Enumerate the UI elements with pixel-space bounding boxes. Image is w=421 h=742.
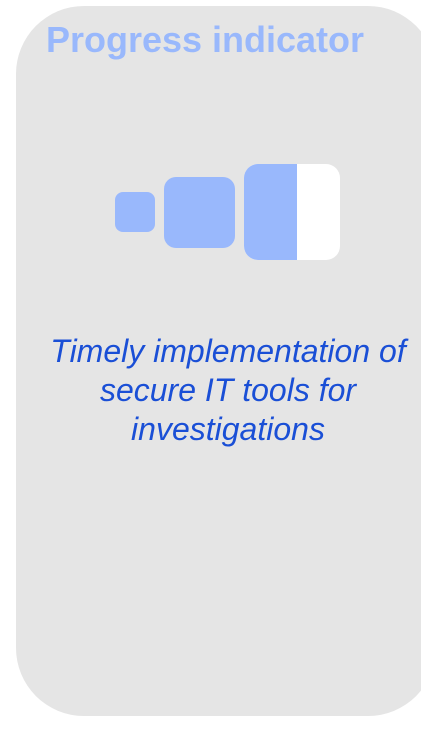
card-description: Timely implementation of secure IT tools… (50, 333, 406, 447)
card-title: Progress indicator (45, 19, 365, 60)
